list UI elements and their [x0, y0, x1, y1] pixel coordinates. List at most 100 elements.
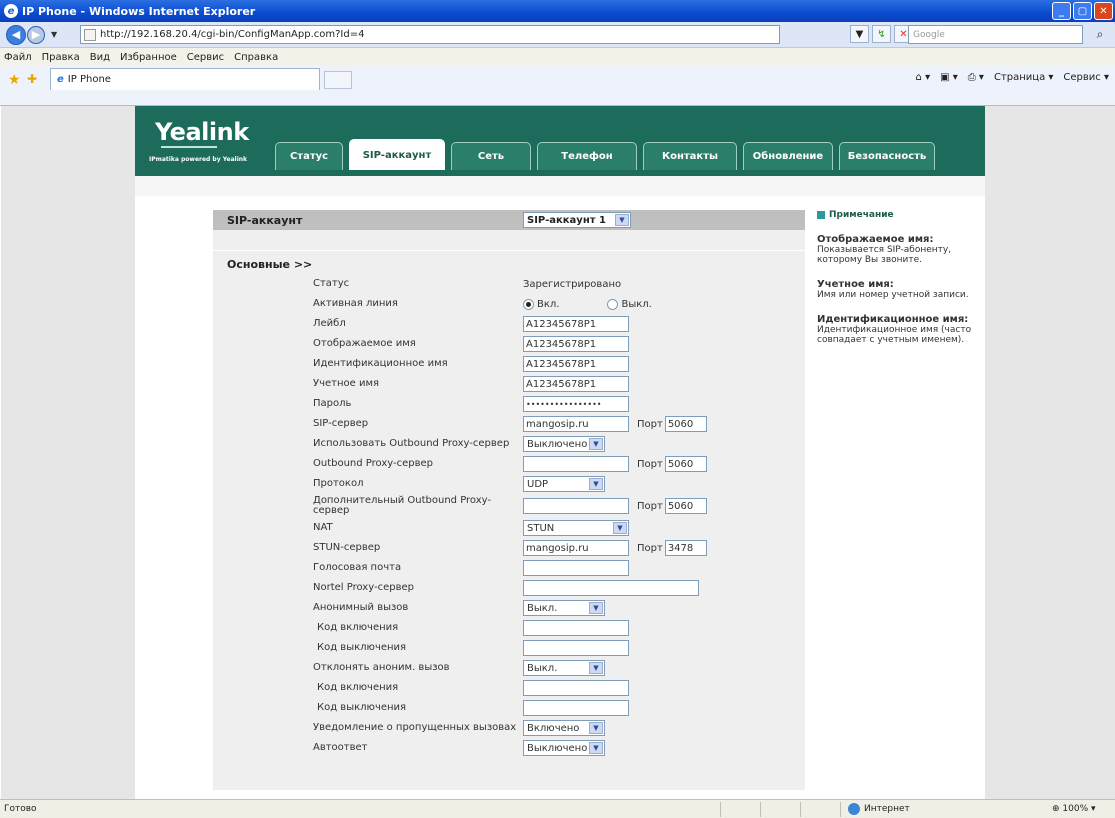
tab-sip-account[interactable]: SIP-аккаунт: [349, 139, 445, 170]
active-off-radio[interactable]: [607, 298, 619, 310]
outbound-port-input[interactable]: 5060: [664, 456, 707, 472]
account-select-value: SIP-аккаунт 1: [527, 214, 606, 226]
print-icon[interactable]: ⎙ ▾: [968, 72, 984, 83]
refresh-icon[interactable]: ↯: [872, 25, 891, 43]
status-label: Статус: [313, 278, 350, 289]
stun-port-label: Порт: [637, 542, 663, 554]
voicemail-label: Голосовая почта: [313, 562, 402, 573]
subheader-bar: [135, 176, 985, 196]
favorites-star-icon[interactable]: ★: [8, 72, 21, 88]
minimize-button[interactable]: _: [1052, 2, 1071, 20]
feeds-icon[interactable]: ▣ ▾: [940, 72, 958, 83]
home-icon[interactable]: ⌂ ▾: [916, 72, 931, 83]
row-nortel: Nortel Proxy-сервер: [213, 578, 805, 598]
row-active-line: Активная линия Вкл. Выкл.: [213, 294, 805, 314]
row-anon-on-code: Код включения: [213, 618, 805, 638]
tools-menu[interactable]: Сервис ▾: [1063, 72, 1109, 83]
label-input[interactable]: A12345678P1: [523, 316, 629, 332]
backup-port-label: Порт: [637, 500, 663, 512]
use-outbound-select[interactable]: Выключено ▼: [523, 436, 605, 452]
row-user-name: Учетное имя A12345678P1: [213, 374, 805, 394]
logo-bar: [161, 146, 217, 148]
note-text: Имя или номер учетной записи.: [817, 290, 969, 300]
chevron-down-icon: ▼: [589, 742, 603, 754]
tab-status[interactable]: Статус: [275, 142, 343, 170]
account-select[interactable]: SIP-аккаунт 1 ▼: [523, 212, 631, 228]
nat-label: NAT: [313, 522, 333, 533]
window-titlebar: e IP Phone - Windows Internet Explorer _…: [0, 0, 1115, 22]
stun-input[interactable]: mangosip.ru: [523, 540, 629, 556]
menu-view[interactable]: Вид: [90, 52, 110, 63]
menu-tools[interactable]: Сервис: [187, 52, 224, 63]
auto-answer-value: Выключено: [527, 742, 588, 754]
menu-edit[interactable]: Правка: [42, 52, 80, 63]
forward-button[interactable]: ▶: [27, 25, 45, 44]
chevron-down-icon: ▼: [615, 214, 629, 226]
tab-phone[interactable]: Телефон: [537, 142, 637, 170]
auth-name-input[interactable]: A12345678P1: [523, 356, 629, 372]
chevron-down-icon: ▼: [589, 438, 603, 450]
anon-call-select[interactable]: Выкл. ▼: [523, 600, 605, 616]
backup-outbound-input[interactable]: [523, 498, 629, 514]
add-favorite-icon[interactable]: ✚: [27, 72, 37, 86]
new-tab-button[interactable]: [324, 71, 352, 89]
outbound-input[interactable]: [523, 456, 629, 472]
browser-tab[interactable]: e IP Phone: [50, 68, 320, 90]
tab-contacts[interactable]: Контакты: [643, 142, 737, 170]
status-value: Зарегистрировано: [523, 278, 622, 290]
menu-file[interactable]: Файл: [4, 52, 32, 63]
nortel-input[interactable]: [523, 580, 699, 596]
history-dropdown-icon[interactable]: ▼: [51, 30, 57, 39]
voicemail-input[interactable]: [523, 560, 629, 576]
password-input[interactable]: ••••••••••••••••: [523, 396, 629, 412]
tools-menu-label: Сервис: [1063, 72, 1101, 83]
backup-port-input[interactable]: 5060: [664, 498, 707, 514]
sip-port-input[interactable]: 5060: [664, 416, 707, 432]
row-reject-on-code: Код включения: [213, 678, 805, 698]
reject-anon-value: Выкл.: [527, 662, 558, 674]
back-button[interactable]: ◀: [6, 24, 26, 45]
sip-server-input[interactable]: mangosip.ru: [523, 416, 629, 432]
divider: [720, 802, 721, 817]
user-name-input[interactable]: A12345678P1: [523, 376, 629, 392]
window-title: IP Phone - Windows Internet Explorer: [22, 4, 256, 18]
close-button[interactable]: ✕: [1094, 2, 1113, 20]
missed-call-select[interactable]: Включено ▼: [523, 720, 605, 736]
display-name-input[interactable]: A12345678P1: [523, 336, 629, 352]
protocol-select[interactable]: UDP ▼: [523, 476, 605, 492]
row-nat: NAT STUN ▼: [213, 518, 805, 538]
reject-anon-select[interactable]: Выкл. ▼: [523, 660, 605, 676]
reject-off-code-input[interactable]: [523, 700, 629, 716]
address-field[interactable]: http://192.168.20.4/cgi-bin/ConfigManApp…: [80, 25, 780, 44]
tab-upgrade[interactable]: Обновление: [743, 142, 833, 170]
content-area: Yealink IPmatika powered by Yealink Стат…: [135, 106, 985, 799]
tab-network[interactable]: Сеть: [451, 142, 531, 170]
zoom-control[interactable]: ⊕ 100% ▾: [1052, 804, 1096, 814]
chevron-down-icon: ▼: [589, 662, 603, 674]
notes-header-text: Примечание: [829, 210, 894, 220]
auto-answer-select[interactable]: Выключено ▼: [523, 740, 605, 756]
reject-on-code-input[interactable]: [523, 680, 629, 696]
search-icon[interactable]: ⌕: [1090, 25, 1110, 44]
row-use-outbound: Использовать Outbound Proxy-сервер Выключ…: [213, 434, 805, 454]
divider: [840, 802, 841, 817]
page-menu[interactable]: Страница ▾: [994, 72, 1053, 83]
anon-on-code-input[interactable]: [523, 620, 629, 636]
backup-outbound-label: Дополнительный Outbound Proxy-сервер: [313, 495, 492, 516]
outbound-port-label: Порт: [637, 458, 663, 470]
stun-port-input[interactable]: 3478: [664, 540, 707, 556]
notes-header: Примечание: [817, 210, 977, 220]
menu-favorites[interactable]: Избранное: [120, 52, 177, 63]
anon-off-code-input[interactable]: [523, 640, 629, 656]
divider: [213, 250, 805, 251]
tab-security[interactable]: Безопасность: [839, 142, 935, 170]
address-dropdown-icon[interactable]: ▼: [850, 25, 869, 43]
menu-help[interactable]: Справка: [234, 52, 278, 63]
nat-select[interactable]: STUN ▼: [523, 520, 629, 536]
display-name-label: Отображаемое имя: [313, 338, 416, 349]
divider: [800, 802, 801, 817]
maximize-button[interactable]: ▢: [1073, 2, 1092, 20]
row-outbound: Outbound Proxy-сервер Порт 5060: [213, 454, 805, 474]
search-input[interactable]: Google: [908, 25, 1083, 44]
active-on-radio[interactable]: [523, 298, 534, 310]
